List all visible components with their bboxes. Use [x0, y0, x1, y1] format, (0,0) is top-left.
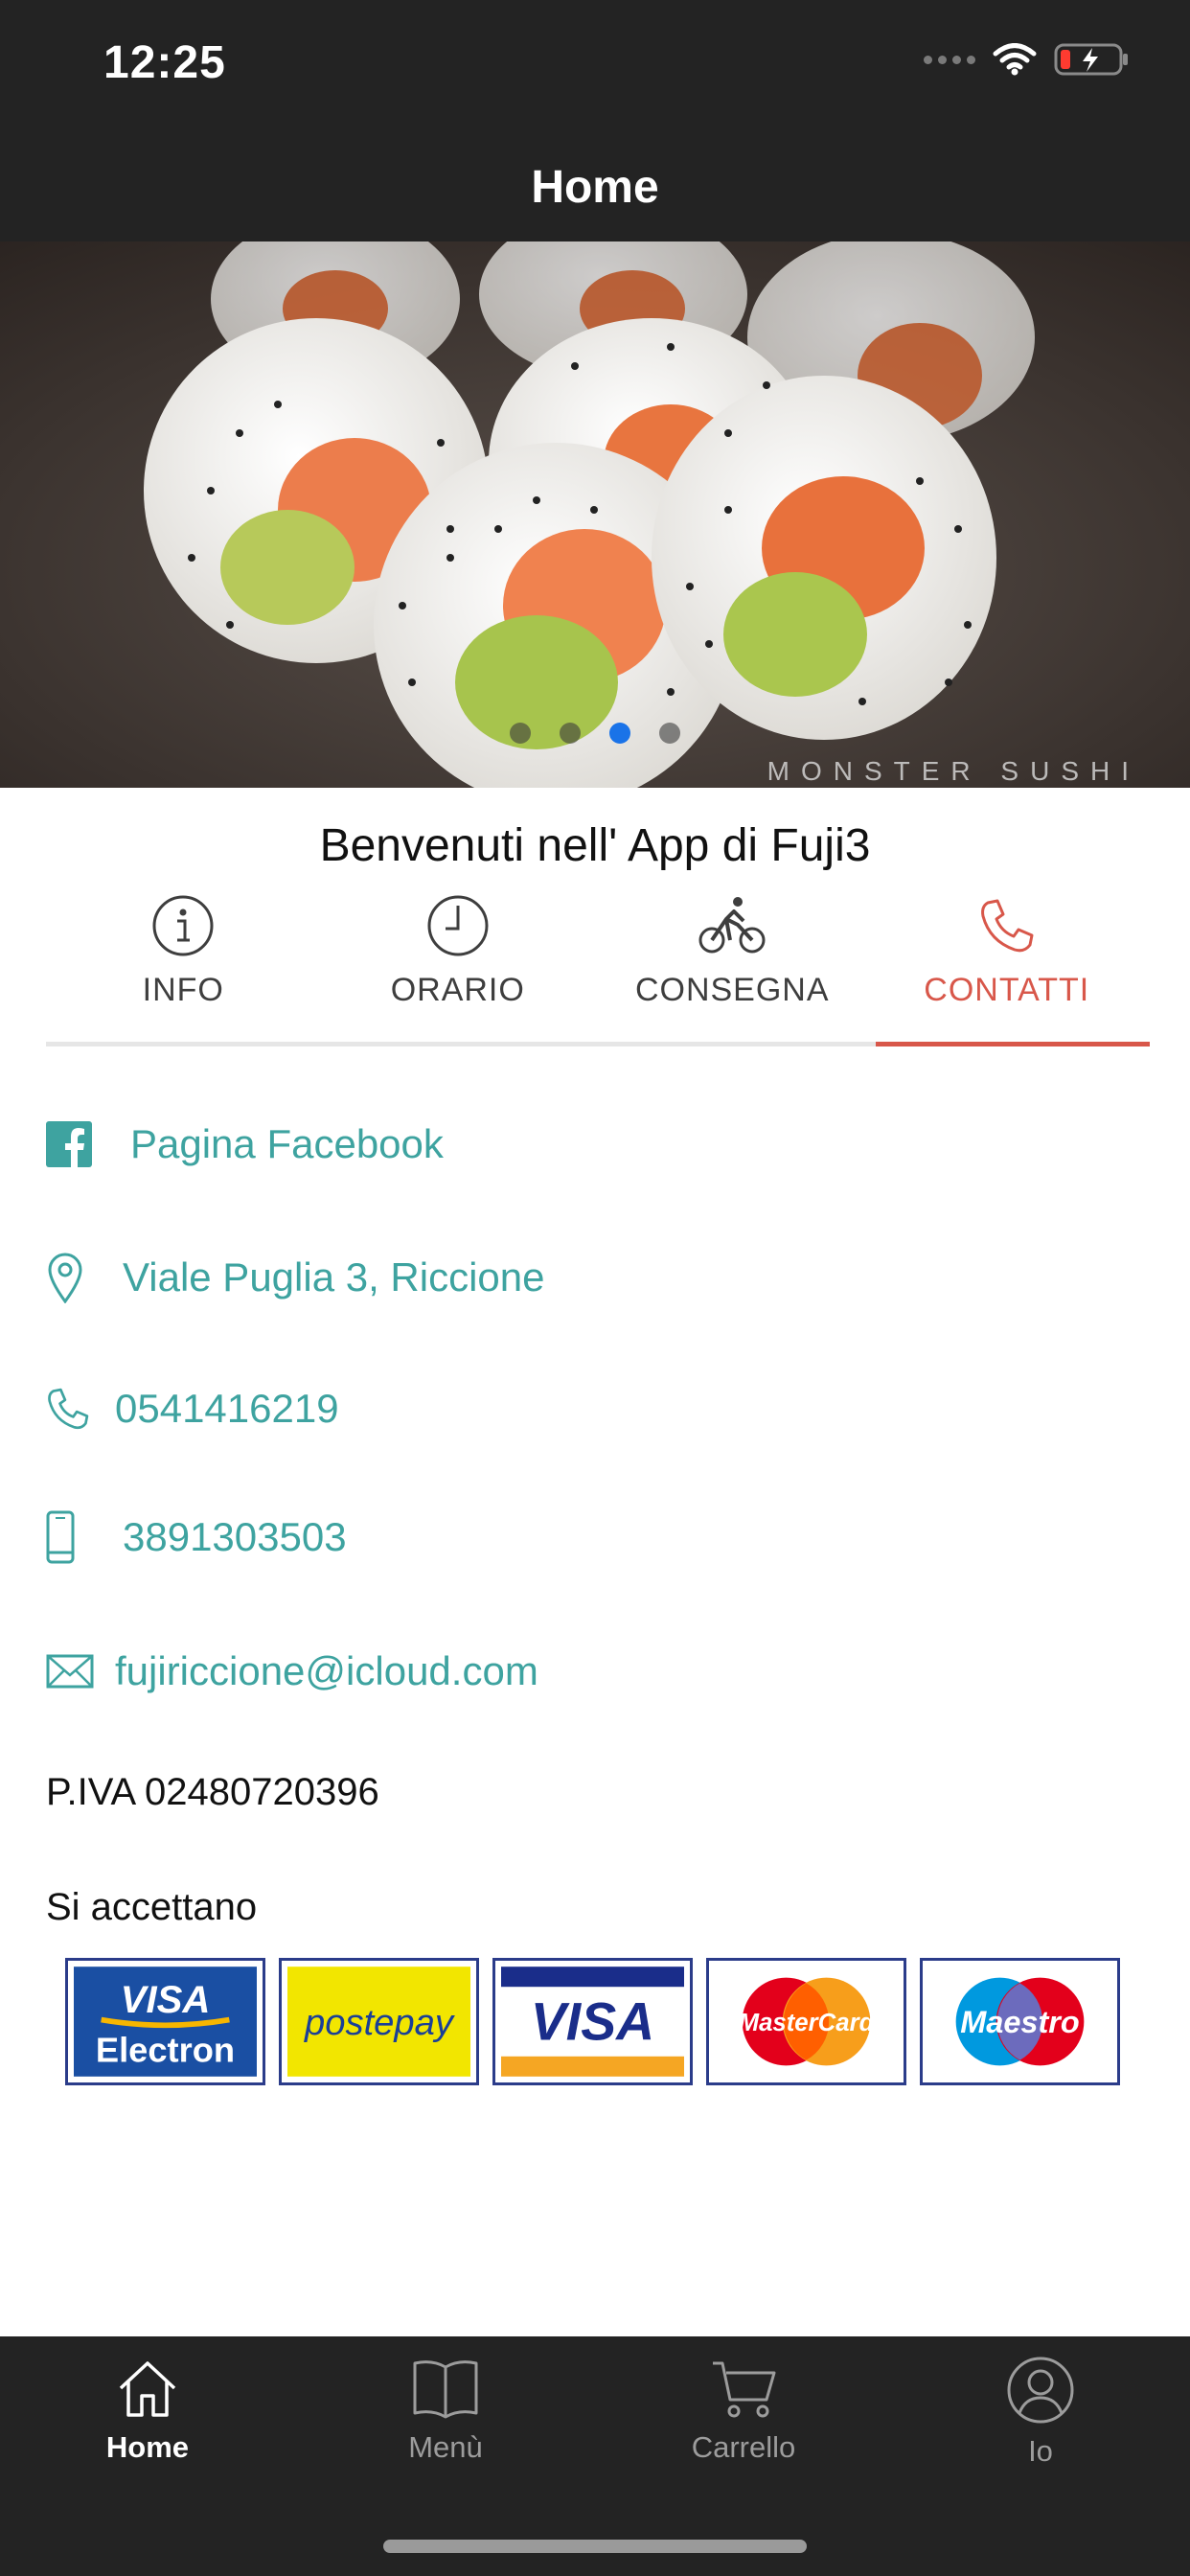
svg-text:Electron: Electron	[96, 2031, 235, 2070]
book-icon	[413, 2360, 478, 2419]
svg-text:VISA: VISA	[121, 1979, 211, 2021]
tab-contatti[interactable]: CONTATTI	[870, 891, 1150, 1046]
maestro-logo: Maestro	[920, 1958, 1120, 2085]
tab-label: CONTATTI	[924, 972, 1090, 1008]
svg-text:MasterCard: MasterCard	[739, 2010, 876, 2036]
phone-icon	[980, 899, 1034, 953]
visa-logo: VISA	[492, 1958, 693, 2085]
facebook-label[interactable]: Pagina Facebook	[130, 1121, 444, 1167]
page-dot[interactable]	[510, 723, 531, 744]
tab-label: INFO	[142, 972, 224, 1008]
page-dot-active[interactable]	[609, 723, 630, 744]
page-title: Home	[531, 162, 659, 213]
tab-info[interactable]: INFO	[46, 891, 321, 1042]
postepay-logo: postepay	[279, 1958, 479, 2085]
mobile-label[interactable]: 3891303503	[123, 1514, 347, 1560]
tab-consegna[interactable]: CONSEGNA	[595, 891, 870, 1042]
mobile-phone-icon	[46, 1510, 75, 1564]
sushi-image: MONSTER SUSHI	[0, 242, 1190, 788]
svg-text:VISA: VISA	[531, 1992, 654, 2052]
phone-label[interactable]: 0541416219	[115, 1386, 339, 1432]
bottom-tab-label: Home	[105, 2430, 190, 2464]
carousel-page-indicator[interactable]	[0, 723, 1190, 744]
mail-icon	[46, 1654, 94, 1689]
address-link[interactable]: Viale Puglia 3, Riccione	[46, 1252, 545, 1303]
signal-icon	[924, 55, 975, 64]
phone-link[interactable]: 0541416219	[46, 1386, 339, 1432]
info-icon	[152, 895, 214, 956]
home-indicator[interactable]	[383, 2540, 807, 2553]
hero-watermark: MONSTER SUSHI	[767, 756, 1140, 786]
user-icon	[1007, 2357, 1074, 2424]
section-tabs: INFO ORARIO CONSEGNA CONTATTI	[46, 891, 1150, 1046]
hero-image[interactable]: MONSTER SUSHI	[0, 242, 1190, 788]
status-icons	[924, 42, 1131, 77]
bicycle-icon	[698, 897, 766, 954]
cart-icon	[713, 2361, 776, 2418]
bottom-tab-label: Carrello	[691, 2430, 796, 2464]
battery-icon	[1054, 43, 1128, 76]
facebook-icon	[46, 1121, 92, 1167]
email-label[interactable]: fujiriccione@icloud.com	[115, 1648, 538, 1694]
tab-label: ORARIO	[390, 972, 525, 1008]
email-link[interactable]: fujiriccione@icloud.com	[46, 1648, 538, 1694]
payment-methods: VISA Electron postepay VISA MasterCard M…	[65, 1958, 1120, 2085]
bottom-tab-home[interactable]: Home	[52, 2356, 243, 2465]
facebook-link[interactable]: Pagina Facebook	[46, 1121, 444, 1167]
status-time: 12:25	[103, 37, 226, 88]
tab-orario[interactable]: ORARIO	[321, 891, 596, 1042]
tab-label: CONSEGNA	[634, 972, 830, 1008]
bottom-tab-menu[interactable]: Menù	[350, 2356, 541, 2465]
mobile-link[interactable]: 3891303503	[46, 1510, 347, 1564]
welcome-text: Benvenuti nell' App di Fuji3	[319, 820, 871, 871]
payments-title: Si accettano	[46, 1886, 258, 1928]
vat-number: P.IVA 02480720396	[46, 1771, 379, 1813]
bottom-tab-cart[interactable]: Carrello	[648, 2356, 839, 2465]
page-dot[interactable]	[659, 723, 680, 744]
top-bar: 12:25 Home	[0, 0, 1190, 242]
mastercard-logo: MasterCard	[706, 1958, 906, 2085]
wifi-icon	[993, 43, 1037, 76]
phone-icon	[48, 1388, 89, 1430]
svg-text:Maestro: Maestro	[960, 2005, 1080, 2039]
svg-text:postepay: postepay	[304, 2002, 456, 2043]
bottom-tab-profile[interactable]: Io	[945, 2356, 1136, 2469]
clock-icon	[427, 895, 489, 956]
bottom-tab-label: Io	[1028, 2434, 1053, 2468]
bottom-tab-label: Menù	[408, 2430, 483, 2464]
location-pin-icon	[48, 1253, 82, 1303]
home-icon	[119, 2361, 176, 2417]
address-label[interactable]: Viale Puglia 3, Riccione	[123, 1254, 545, 1300]
page-dot[interactable]	[560, 723, 581, 744]
visa-electron-logo: VISA Electron	[65, 1958, 265, 2085]
